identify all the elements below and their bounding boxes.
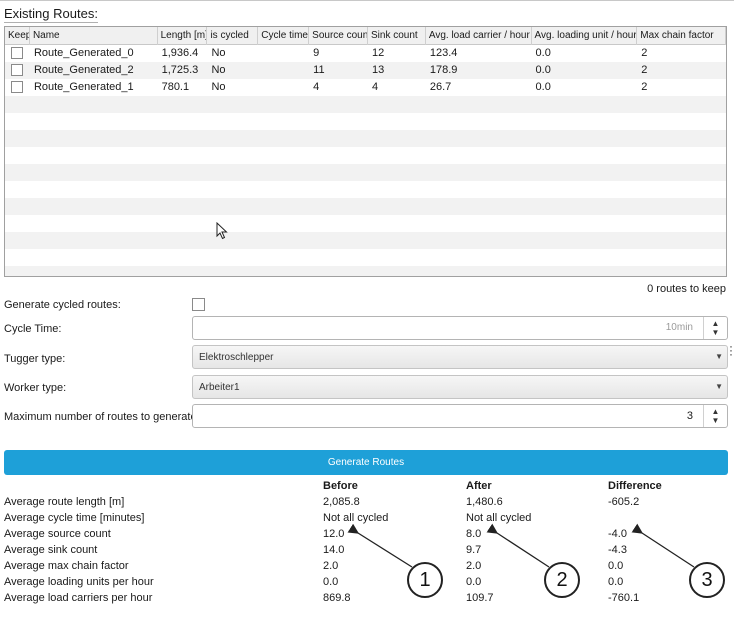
callout-3-arrow bbox=[631, 523, 695, 568]
callout-lines bbox=[347, 523, 695, 568]
callout-marker-1: 1 bbox=[407, 562, 443, 598]
callout-marker-2: 2 bbox=[544, 562, 580, 598]
callout-2-arrow bbox=[486, 523, 550, 568]
callout-marker-3: 3 bbox=[689, 562, 725, 598]
callout-1-arrow bbox=[347, 523, 413, 568]
